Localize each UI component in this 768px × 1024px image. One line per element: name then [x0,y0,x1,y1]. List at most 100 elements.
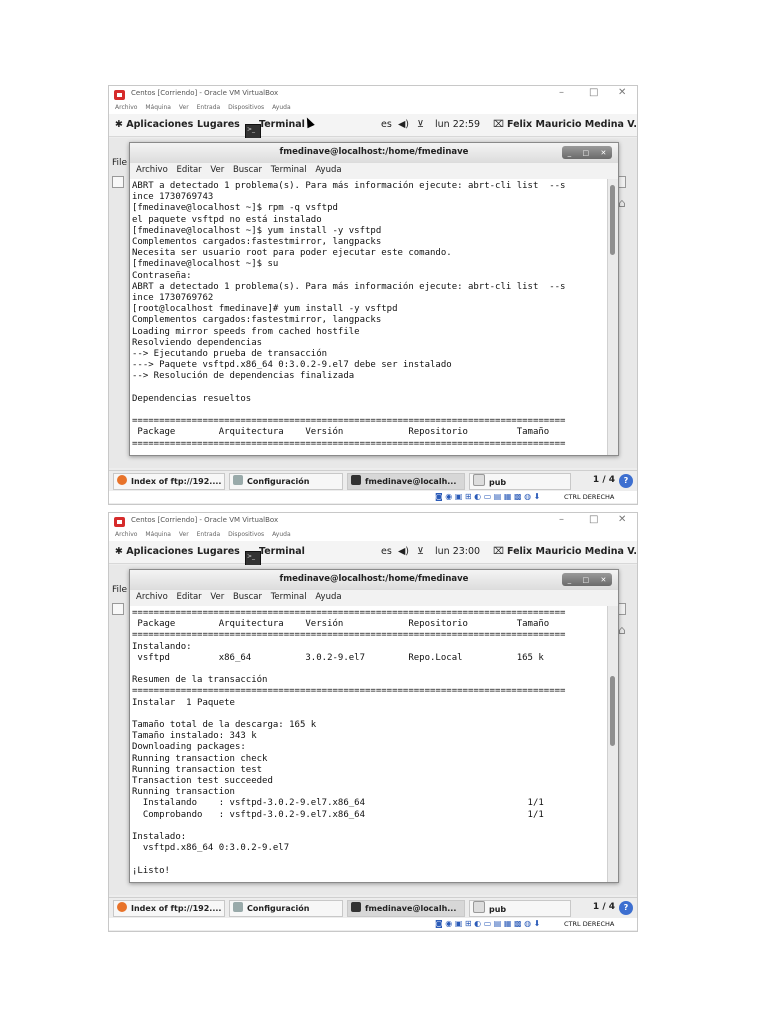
terminal-window[interactable]: fmedinave@localhost:/home/fmedinave _ □ … [129,569,619,883]
terminal-scrollbar[interactable] [607,606,618,882]
terminal-titlebar[interactable]: fmedinave@localhost:/home/fmedinave _ □ … [130,143,618,164]
task-terminal[interactable]: fmedinave@localh... [347,900,465,917]
vb-menu-ver[interactable]: Ver [179,531,189,538]
terminal-line: Instalando: [132,641,192,652]
settings-icon [233,902,243,912]
terminal-menu-ver[interactable]: Ver [210,592,224,602]
terminal-output[interactable]: ========================================… [130,606,606,882]
task-configuracion[interactable]: Configuración [229,473,343,490]
terminal-menu-ayuda[interactable]: Ayuda [315,165,341,175]
lugares-menu[interactable]: Lugares [197,546,240,557]
user-menu[interactable]: Felix Mauricio Medina V... [507,546,637,557]
vb-menu-dispositivos[interactable]: Dispositivos [228,104,264,111]
terminal-menu[interactable]: Terminal [259,119,305,130]
bottom-taskbar: Index of ftp://192.... Configuración fme… [109,470,637,491]
close-icon[interactable]: ✕ [618,514,626,525]
virtualbox-statusbar: ◙ ◉ ▣ ⊞ ◐ ▭ ▤ ▦ ▩ ◍ ⬇ CTRL DERECHA [109,491,637,503]
terminal-menu-ver[interactable]: Ver [210,165,224,175]
terminal-line: ince 1730769743 [132,192,214,203]
firefox-icon [117,475,127,485]
terminal-line: Resolviendo dependencias [132,337,263,348]
terminal-menubar: Archivo Editar Ver Buscar Terminal Ayuda [130,590,618,606]
gnome-top-panel: ✱ Aplicaciones Lugares Terminal es ◀) ⊻ … [109,114,637,140]
vb-menu-ver[interactable]: Ver [179,104,189,111]
network-icon[interactable]: ⊻ [417,119,424,130]
volume-icon[interactable]: ◀) [398,119,409,130]
maximize-icon[interactable]: □ [589,514,598,525]
vb-menu-dispositivos[interactable]: Dispositivos [228,531,264,538]
lugares-menu[interactable]: Lugares [197,119,240,130]
terminal-line: Complementos cargados:fastestmirror, lan… [132,315,382,326]
terminal-minimize-icon[interactable]: _ [568,149,572,157]
terminal-window[interactable]: fmedinave@localhost:/home/fmedinave _ □ … [129,142,619,456]
terminal-menu-buscar[interactable]: Buscar [233,592,262,602]
terminal-output[interactable]: ABRT a detectado 1 problema(s). Para más… [130,179,606,455]
terminal-line: Dependencias resueltos [132,393,252,404]
aplicaciones-menu[interactable]: ✱ Aplicaciones [115,119,193,130]
terminal-scrollbar[interactable] [607,179,618,455]
help-icon[interactable]: ? [619,901,633,915]
scrollbar-thumb[interactable] [610,676,615,746]
vb-menu-archivo[interactable]: Archivo [115,104,137,111]
workspace-pager[interactable]: 1 / 4 [593,902,615,912]
vb-menu-entrada[interactable]: Entrada [197,104,221,111]
task-pub[interactable]: pub [469,900,571,917]
terminal-close-icon[interactable]: ✕ [600,149,606,157]
vb-menu-entrada[interactable]: Entrada [197,531,221,538]
virtualbox-title: Centos [Corriendo] - Oracle VM VirtualBo… [131,89,279,97]
terminal-minimize-icon[interactable]: _ [568,576,572,584]
task-terminal[interactable]: fmedinave@localh... [347,473,465,490]
task-pub[interactable]: pub [469,473,571,490]
terminal-menu-editar[interactable]: Editar [176,592,201,602]
terminal-menu-archivo[interactable]: Archivo [136,165,168,175]
terminal-menu[interactable]: Terminal [259,546,305,557]
clock[interactable]: lun 23:00 [435,546,480,557]
volume-icon[interactable]: ◀) [398,546,409,557]
task-firefox[interactable]: Index of ftp://192.... [113,900,225,917]
terminal-menu-buscar[interactable]: Buscar [233,165,262,175]
language-indicator[interactable]: es [381,119,392,130]
terminal-menu-ayuda[interactable]: Ayuda [315,592,341,602]
clock[interactable]: lun 22:59 [435,119,480,130]
device-status-icons[interactable]: ◙ ◉ ▣ ⊞ ◐ ▭ ▤ ▦ ▩ ◍ ⬇ [435,492,540,501]
language-indicator[interactable]: es [381,546,392,557]
vb-menu-ayuda[interactable]: Ayuda [272,104,291,111]
terminal-titlebar[interactable]: fmedinave@localhost:/home/fmedinave _ □ … [130,570,618,591]
vb-menu-archivo[interactable]: Archivo [115,531,137,538]
task-firefox[interactable]: Index of ftp://192.... [113,473,225,490]
terminal-close-icon[interactable]: ✕ [600,576,606,584]
maximize-icon[interactable]: □ [589,87,598,98]
terminal-line: Tamaño total de la descarga: 165 k [132,720,317,731]
terminal-line: Package Arquitectura Versión Repositorio… [132,619,550,630]
device-status-icons[interactable]: ◙ ◉ ▣ ⊞ ◐ ▭ ▤ ▦ ▩ ◍ ⬇ [435,919,540,928]
close-icon[interactable]: ✕ [618,87,626,98]
vm-screenshot-1: Centos [Corriendo] - Oracle VM VirtualBo… [108,85,638,505]
task-configuracion[interactable]: Configuración [229,900,343,917]
apps-icon: ✱ [115,546,123,557]
terminal-maximize-icon[interactable]: □ [582,149,589,157]
host-key: CTRL DERECHA [564,493,615,501]
terminal-menu-archivo[interactable]: Archivo [136,592,168,602]
terminal-line: Instalar 1 Paquete [132,697,235,708]
user-menu[interactable]: Felix Mauricio Medina V... [507,119,637,130]
terminal-menu-terminal[interactable]: Terminal [271,592,307,602]
vb-menu-ayuda[interactable]: Ayuda [272,531,291,538]
vb-menu-maquina[interactable]: Máquina [145,531,171,538]
terminal-line: [fmedinave@localhost ~]$ su [132,259,279,270]
terminal-maximize-icon[interactable]: □ [582,576,589,584]
terminal-icon [351,902,361,912]
terminal-line: Comprobando : vsftpd-3.0.2-9.el7.x86_64 … [132,809,544,820]
minimize-icon[interactable]: – [559,514,564,525]
help-icon[interactable]: ? [619,474,633,488]
vb-menu-maquina[interactable]: Máquina [145,104,171,111]
folder-icon [473,474,485,486]
scrollbar-thumb[interactable] [610,185,615,255]
terminal-menu-terminal[interactable]: Terminal [271,165,307,175]
minimize-icon[interactable]: – [559,87,564,98]
aplicaciones-menu[interactable]: ✱ Aplicaciones [115,546,193,557]
network-icon[interactable]: ⊻ [417,546,424,557]
terminal-line: Loading mirror speeds from cached hostfi… [132,326,360,337]
workspace-pager[interactable]: 1 / 4 [593,475,615,485]
terminal-menu-editar[interactable]: Editar [176,165,201,175]
terminal-line: Package Arquitectura Versión Repositorio… [132,427,550,438]
